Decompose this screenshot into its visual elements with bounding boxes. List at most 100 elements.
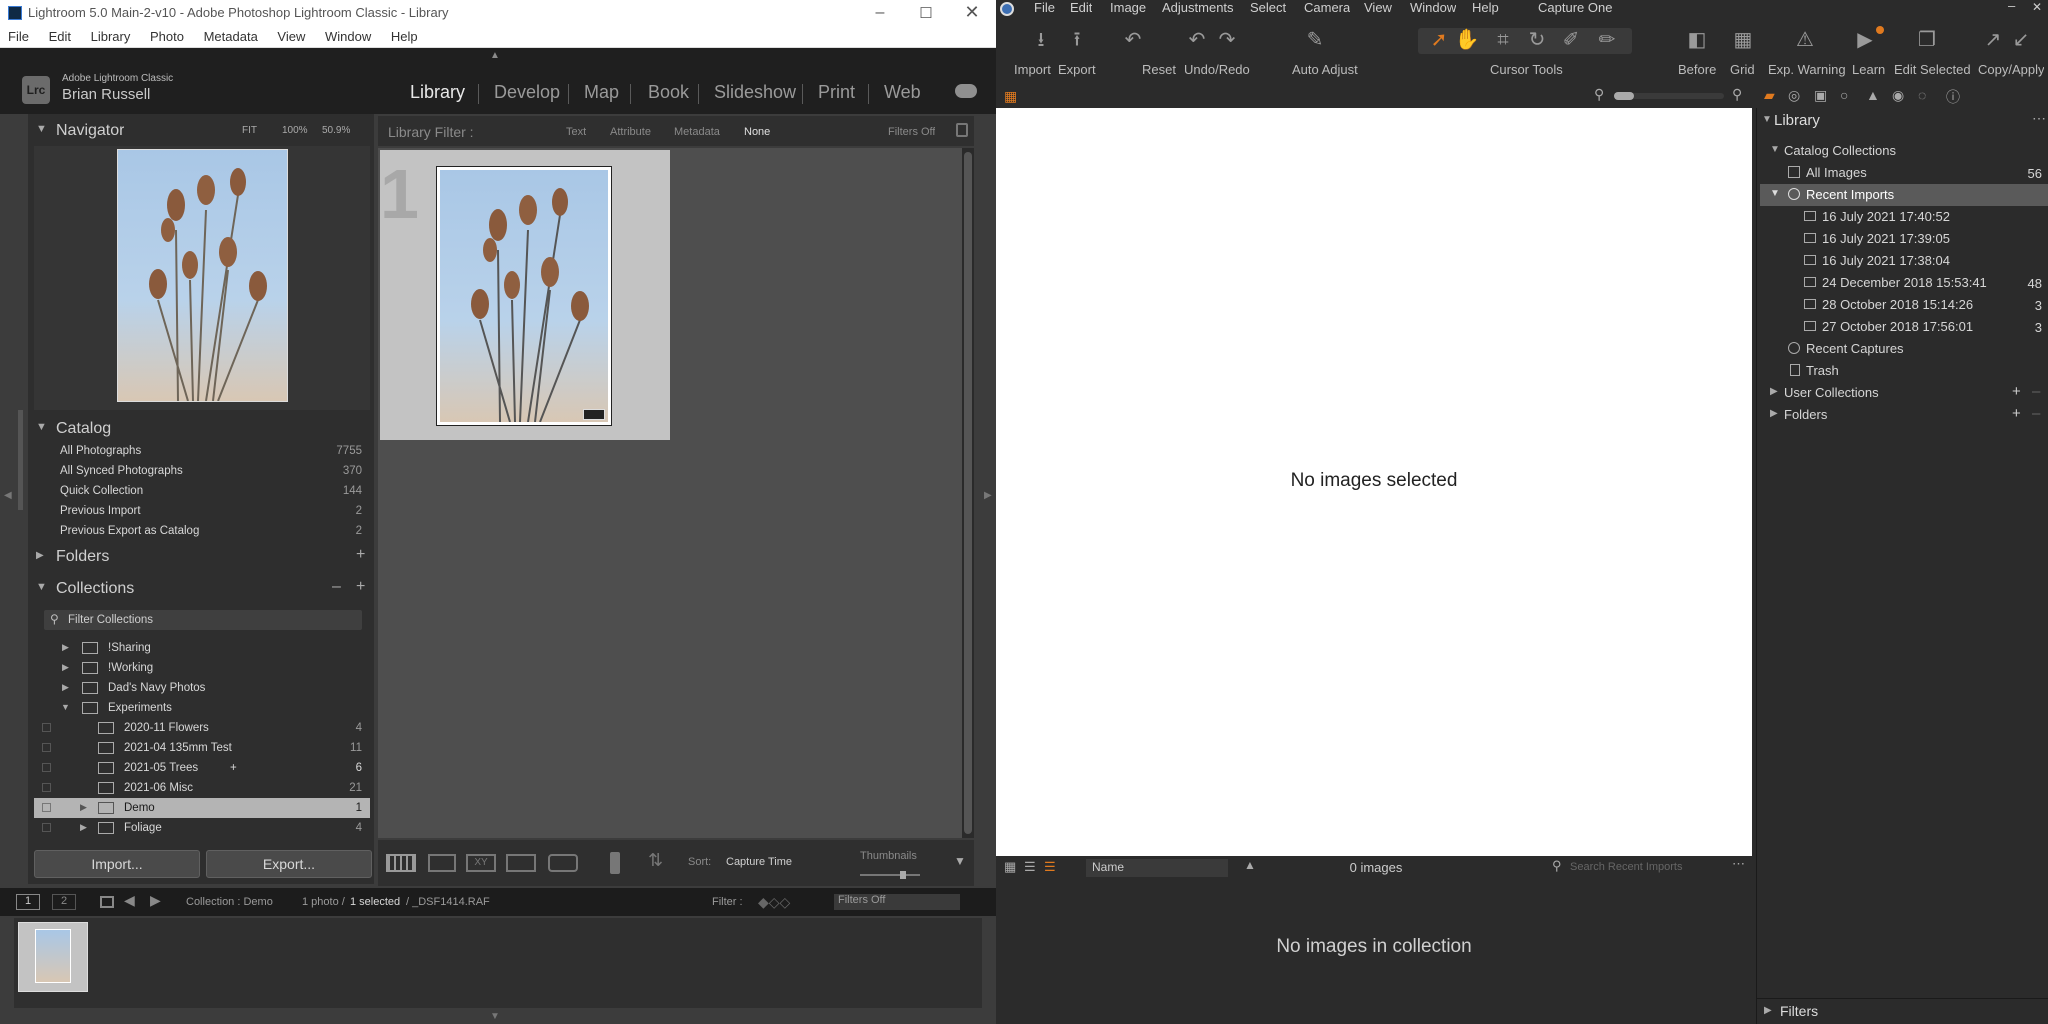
c1-menu-camera[interactable]: Camera xyxy=(1304,0,1350,15)
filters-section[interactable]: ▶ Filters xyxy=(1756,998,2048,1024)
c1-minimize-button[interactable]: – xyxy=(2008,0,2015,13)
back-arrow-icon[interactable]: ◀ xyxy=(124,892,135,909)
collection-set[interactable]: ▶ Dad's Navy Photos xyxy=(34,678,370,698)
add-folder-icon[interactable]: + xyxy=(2012,405,2021,422)
select-cursor-icon[interactable]: ➚ xyxy=(1426,28,1452,52)
zoom-100[interactable]: 100% xyxy=(282,125,308,136)
browser-filmstrip-view-icon[interactable]: ☰ xyxy=(1044,859,1056,875)
folders-header[interactable]: ▶ Folders + xyxy=(30,544,372,572)
import-row[interactable]: 16 July 2021 17:38:04 xyxy=(1760,250,2048,272)
undo-redo-button[interactable]: Undo/Redo xyxy=(1184,62,1250,77)
filter-tab-attribute[interactable]: Attribute xyxy=(610,126,651,138)
module-book[interactable]: Book xyxy=(648,82,689,103)
lock-icon[interactable] xyxy=(956,123,968,137)
lr-menu-photo[interactable]: Photo xyxy=(150,29,184,44)
module-map[interactable]: Map xyxy=(584,82,619,103)
library-tab-icon[interactable]: ▰ xyxy=(1764,87,1775,104)
auto-adjust-icon[interactable]: ✎ xyxy=(1302,28,1328,52)
lr-menu-library[interactable]: Library xyxy=(91,29,131,44)
module-print[interactable]: Print xyxy=(818,82,855,103)
c1-menu-edit[interactable]: Edit xyxy=(1070,0,1092,15)
minimize-button[interactable]: – xyxy=(870,4,890,22)
forward-arrow-icon[interactable]: ▶ xyxy=(150,892,161,909)
page-2-button[interactable]: 2 xyxy=(52,894,76,910)
sort-direction-icon[interactable]: ⇅ xyxy=(648,850,663,871)
spray-can-icon[interactable] xyxy=(610,852,620,874)
filter-tab-metadata[interactable]: Metadata xyxy=(674,126,720,138)
import-button[interactable]: Import... xyxy=(34,850,200,878)
cloud-sync-icon[interactable] xyxy=(955,84,977,98)
collection-checkbox[interactable] xyxy=(42,723,51,732)
sort-by-dropdown[interactable]: Name xyxy=(1086,859,1228,877)
collection-set[interactable]: ▶ !Sharing xyxy=(34,638,370,658)
module-web[interactable]: Web xyxy=(884,82,921,103)
library-more-icon[interactable]: ⋯ xyxy=(2032,110,2046,127)
add-collection-icon[interactable]: + xyxy=(356,578,365,596)
c1-menu-image[interactable]: Image xyxy=(1110,0,1146,15)
all-images-row[interactable]: All Images 56 xyxy=(1760,162,2048,184)
collection-row[interactable]: ▶ Foliage 4 xyxy=(34,818,370,838)
lens-tab-icon[interactable]: ▣ xyxy=(1814,87,1827,104)
browser-more-icon[interactable]: ⋯ xyxy=(1732,856,1745,872)
thumbnail-size-slider[interactable] xyxy=(860,871,920,879)
learn-icon[interactable]: ▶ xyxy=(1852,28,1878,52)
browser-search-input[interactable]: Search Recent Imports xyxy=(1570,861,1720,873)
learn-button[interactable]: Learn xyxy=(1852,62,1885,77)
exposure-warning-button[interactable]: Exp. Warning xyxy=(1768,62,1846,77)
c1-menu-view[interactable]: View xyxy=(1364,0,1392,15)
color-tab-icon[interactable]: ○ xyxy=(1840,87,1848,103)
zoom-fit[interactable]: FIT xyxy=(242,125,257,136)
people-view-icon[interactable] xyxy=(548,854,578,872)
flag-filter-icon[interactable]: ◆◇◇ xyxy=(758,894,790,911)
browser-grid-icon[interactable]: ▦ xyxy=(1004,88,1017,105)
catalog-item[interactable]: Previous Export as Catalog 2 xyxy=(34,522,370,542)
module-library[interactable]: Library xyxy=(410,82,465,103)
filmstrip-filters-dropdown[interactable]: Filters Off xyxy=(834,894,960,910)
export-icon[interactable]: ⭱ xyxy=(1064,28,1090,52)
copy-icon[interactable]: ↗ xyxy=(1980,28,2006,52)
edit-selected-icon[interactable]: ❐ xyxy=(1914,28,1940,52)
loupe-view-icon[interactable] xyxy=(428,854,456,872)
sort-order-icon[interactable]: ▲ xyxy=(1244,858,1256,872)
import-row[interactable]: 28 October 2018 15:14:26 3 xyxy=(1760,294,2048,316)
grid-icon[interactable] xyxy=(100,896,114,908)
page-1-button[interactable]: 1 xyxy=(16,894,40,910)
info-tab-icon[interactable]: ⓘ xyxy=(1946,87,1960,107)
copy-apply-button[interactable]: Copy/Apply xyxy=(1978,62,2044,77)
import-row[interactable]: 27 October 2018 17:56:01 3 xyxy=(1760,316,2048,338)
reset-icon[interactable]: ↶ xyxy=(1120,28,1146,52)
compare-view-icon[interactable]: XY xyxy=(466,854,496,872)
grid-view-icon[interactable] xyxy=(386,854,416,872)
filters-off-dropdown[interactable]: Filters Off xyxy=(888,126,935,138)
sort-dropdown[interactable]: Capture Time xyxy=(726,856,792,868)
user-collections-row[interactable]: ▶ User Collections + – xyxy=(1760,382,2048,404)
c1-import-button[interactable]: Import xyxy=(1014,62,1051,77)
zoom-out-icon[interactable]: ⚲ xyxy=(1594,86,1604,103)
panel-toggle-bottom-icon[interactable]: ▼ xyxy=(490,1011,500,1022)
grid-overlay-icon[interactable]: ▦ xyxy=(1730,28,1756,52)
collection-checkbox[interactable] xyxy=(42,783,51,792)
import-row[interactable]: 16 July 2021 17:39:05 xyxy=(1760,228,2048,250)
collection-checkbox[interactable] xyxy=(42,823,51,832)
export-button[interactable]: Export... xyxy=(206,850,372,878)
filter-tab-text[interactable]: Text xyxy=(566,126,586,138)
navigator-header[interactable]: ▼ Navigator FIT 100% 50.9% xyxy=(30,118,372,146)
filter-collections-input[interactable]: ⚲ Filter Collections xyxy=(44,610,362,630)
before-icon[interactable]: ◧ xyxy=(1684,28,1710,52)
collection-row[interactable]: 2021-05 Trees +6 xyxy=(34,758,370,778)
detail-tab-icon[interactable]: ◉ xyxy=(1892,87,1904,104)
c1-menu-help[interactable]: Help xyxy=(1472,0,1499,15)
apply-icon[interactable]: ↙ xyxy=(2008,28,2034,52)
redo-icon[interactable]: ↷ xyxy=(1214,28,1240,52)
collections-header[interactable]: ▼ Collections – + xyxy=(30,576,372,604)
panel-toggle-top-icon[interactable]: ▲ xyxy=(490,50,500,61)
remove-user-collection-icon[interactable]: – xyxy=(2032,383,2040,400)
c1-close-button[interactable]: ✕ xyxy=(2032,0,2042,14)
c1-menu-file[interactable]: File xyxy=(1034,0,1055,15)
collection-row[interactable]: 2021-06 Misc 21 xyxy=(34,778,370,798)
filmstrip-thumbnail[interactable] xyxy=(18,922,88,992)
catalog-header[interactable]: ▼ Catalog xyxy=(30,416,372,444)
reset-button[interactable]: Reset xyxy=(1142,62,1176,77)
collection-checkbox[interactable] xyxy=(42,803,51,812)
catalog-item[interactable]: Quick Collection 144 xyxy=(34,482,370,502)
